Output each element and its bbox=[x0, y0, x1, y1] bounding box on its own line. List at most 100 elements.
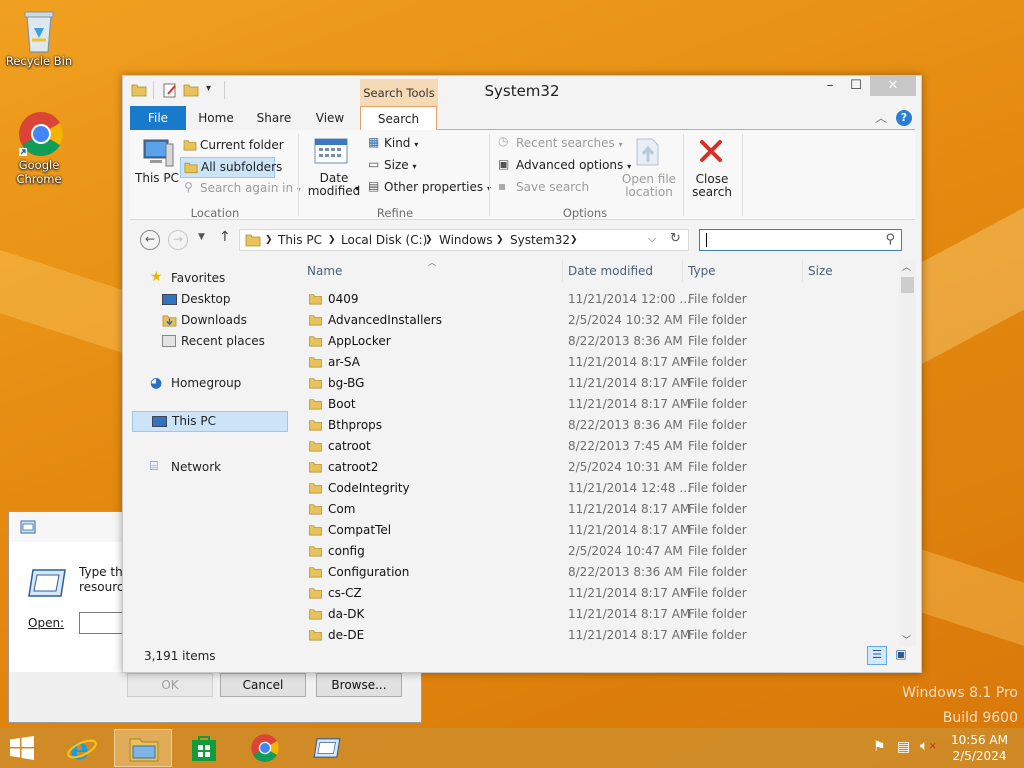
column-header-name[interactable]: Name bbox=[307, 264, 342, 278]
minimize-button[interactable]: – bbox=[817, 76, 843, 96]
taskbar-clock[interactable]: 10:56 AM 2/5/2024 bbox=[951, 732, 1008, 764]
folder-icon bbox=[309, 441, 322, 452]
nav-recent-places[interactable]: Recent places bbox=[162, 334, 265, 348]
maximize-button[interactable]: ☐ bbox=[843, 76, 869, 96]
help-icon[interactable]: ? bbox=[896, 110, 912, 126]
table-row[interactable]: ar-SA 11/21/2014 8:17 AM File folder bbox=[300, 352, 890, 373]
tab-share[interactable]: Share bbox=[246, 106, 302, 130]
breadcrumb-separator[interactable]: ❯ bbox=[328, 235, 336, 245]
all-subfolders-button[interactable]: All subfolders bbox=[180, 157, 282, 178]
nav-this-pc[interactable]: This PC bbox=[132, 411, 288, 432]
advanced-options-button[interactable]: ▣ Advanced options ▾ bbox=[497, 157, 631, 172]
open-file-location-button[interactable]: Open file location bbox=[620, 136, 678, 199]
search-input[interactable]: ⚲ bbox=[699, 229, 902, 251]
search-icon[interactable]: ⚲ bbox=[885, 232, 895, 247]
table-row[interactable]: CodeIntegrity 11/21/2014 12:48 ... File fo… bbox=[300, 478, 890, 499]
address-bar[interactable]: ❯ This PC ❯ Local Disk (C:) ❯ Windows ❯ … bbox=[239, 229, 689, 251]
back-button[interactable]: ← bbox=[140, 230, 160, 250]
network-icon: ⌸ bbox=[150, 459, 158, 474]
nav-downloads[interactable]: Downloads bbox=[162, 313, 247, 327]
table-row[interactable]: de-DE 11/21/2014 8:17 AM File folder bbox=[300, 625, 890, 646]
breadcrumb-system32[interactable]: System32 bbox=[510, 233, 570, 247]
scroll-down-icon[interactable]: ﹀ bbox=[902, 633, 911, 646]
taskbar-store[interactable] bbox=[175, 729, 233, 767]
tab-home[interactable]: Home bbox=[188, 106, 244, 130]
start-button[interactable] bbox=[8, 736, 38, 762]
address-dropdown-icon[interactable]: ⌵ bbox=[648, 232, 656, 246]
scroll-up-icon[interactable]: ︿ bbox=[902, 260, 911, 273]
table-row[interactable]: Boot 11/21/2014 8:17 AM File folder bbox=[300, 394, 890, 415]
breadcrumb-windows[interactable]: Windows bbox=[439, 233, 493, 247]
tab-search[interactable]: Search bbox=[360, 106, 437, 131]
explorer-window: ▾ Search Tools System32 – ☐ ✕ File Home … bbox=[122, 75, 922, 673]
table-row[interactable]: catroot2 2/5/2024 10:31 AM File folder bbox=[300, 457, 890, 478]
kind-icon: ▦ bbox=[368, 135, 380, 149]
table-row[interactable]: Configuration 8/22/2013 8:36 AM File folde… bbox=[300, 562, 890, 583]
taskbar-run[interactable] bbox=[298, 729, 356, 767]
column-header-date-modified[interactable]: Date modified bbox=[568, 264, 653, 278]
table-row[interactable]: Com 11/21/2014 8:17 AM File folder bbox=[300, 499, 890, 520]
taskbar-chrome[interactable] bbox=[236, 729, 294, 767]
table-row[interactable]: bg-BG 11/21/2014 8:17 AM File folder bbox=[300, 373, 890, 394]
table-row[interactable]: da-DK 11/21/2014 8:17 AM File folder bbox=[300, 604, 890, 625]
table-row[interactable]: cs-CZ 11/21/2014 8:17 AM File folder bbox=[300, 583, 890, 604]
table-row[interactable]: 0409 11/21/2014 12:00 ... File folder bbox=[300, 289, 890, 310]
folder-icon bbox=[309, 357, 322, 368]
vertical-scrollbar[interactable]: ︿ ﹀ bbox=[899, 260, 916, 646]
size-button[interactable]: ▭ Size ▾ bbox=[366, 157, 416, 172]
this-pc-button[interactable]: This PC bbox=[133, 132, 181, 198]
nav-favorites[interactable]: ★ Favorites bbox=[150, 269, 225, 285]
large-icons-view-button[interactable]: ▣ bbox=[891, 646, 911, 665]
table-row[interactable]: AdvancedInstallers 2/5/2024 10:32 AM File … bbox=[300, 310, 890, 331]
nav-desktop[interactable]: Desktop bbox=[162, 292, 231, 306]
nav-homegroup[interactable]: ◕ Homegroup bbox=[150, 375, 241, 391]
date-modified-button[interactable]: Date modified ▾ bbox=[304, 136, 360, 198]
save-search-button[interactable]: ▪ Save search bbox=[497, 179, 589, 194]
taskbar-internet-explorer[interactable]: e bbox=[53, 729, 111, 767]
browse-button[interactable]: Browse... bbox=[316, 673, 402, 697]
taskbar-file-explorer[interactable] bbox=[114, 729, 172, 767]
kind-button[interactable]: ▦ Kind ▾ bbox=[366, 135, 418, 150]
cancel-button[interactable]: Cancel bbox=[220, 673, 306, 697]
current-folder-button[interactable]: Current folder bbox=[180, 136, 284, 156]
other-properties-button[interactable]: ▤ Other properties ▾ bbox=[366, 179, 491, 194]
breadcrumb-separator[interactable]: ❯ bbox=[425, 235, 433, 245]
recent-locations-icon[interactable]: ▼ bbox=[198, 232, 205, 242]
table-row[interactable]: Bthprops 8/22/2013 8:36 AM File folder bbox=[300, 415, 890, 436]
file-type: File folder bbox=[688, 439, 747, 453]
refresh-icon[interactable]: ↻ bbox=[670, 231, 681, 246]
desktop-icon-recycle-bin[interactable]: Recycle Bin bbox=[1, 6, 77, 68]
breadcrumb-local-disk[interactable]: Local Disk (C:) bbox=[341, 233, 427, 247]
column-header-type[interactable]: Type bbox=[688, 264, 716, 278]
table-row[interactable]: AppLocker 8/22/2013 8:36 AM File folder bbox=[300, 331, 890, 352]
table-row[interactable]: config 2/5/2024 10:47 AM File folder bbox=[300, 541, 890, 562]
tab-view[interactable]: View bbox=[302, 106, 358, 130]
collapse-ribbon-icon[interactable]: ︿ bbox=[875, 109, 887, 126]
breadcrumb-separator[interactable]: ❯ bbox=[570, 235, 578, 245]
details-view-button[interactable]: ☰ bbox=[867, 646, 887, 665]
table-row[interactable]: catroot 8/22/2013 7:45 AM File folder bbox=[300, 436, 890, 457]
run-icon bbox=[313, 738, 341, 758]
network-tray-icon[interactable]: ▤ bbox=[897, 739, 910, 755]
up-button[interactable]: ↑ bbox=[219, 229, 231, 245]
breadcrumb-this-pc[interactable]: This PC bbox=[278, 233, 322, 247]
breadcrumb-separator[interactable]: ❯ bbox=[496, 235, 504, 245]
explorer-titlebar[interactable]: ▾ Search Tools System32 – ☐ ✕ bbox=[123, 76, 921, 107]
table-row[interactable]: CompatTel 11/21/2014 8:17 AM File folder bbox=[300, 520, 890, 541]
recent-searches-button[interactable]: ◷ Recent searches ▾ bbox=[497, 134, 623, 150]
ok-button[interactable]: OK bbox=[127, 673, 213, 697]
tab-file[interactable]: File bbox=[130, 106, 186, 130]
search-again-in-button[interactable]: ⚲ Search again in ▾ bbox=[180, 180, 301, 195]
file-type: File folder bbox=[688, 607, 747, 621]
breadcrumb-separator[interactable]: ❯ bbox=[265, 235, 273, 245]
forward-button[interactable]: → bbox=[168, 230, 188, 250]
folder-icon bbox=[309, 462, 322, 473]
nav-network[interactable]: ⌸ Network bbox=[150, 459, 221, 474]
close-search-button[interactable]: Close search bbox=[686, 136, 738, 199]
desktop-icon-google-chrome[interactable]: Google Chrome bbox=[1, 110, 77, 186]
close-button[interactable]: ✕ bbox=[870, 76, 916, 96]
volume-muted-icon[interactable]: 🔈︎ ✕ bbox=[920, 738, 937, 754]
column-header-size[interactable]: Size bbox=[808, 264, 833, 278]
action-center-flag-icon[interactable]: ⚑ bbox=[873, 739, 886, 755]
scroll-thumb[interactable] bbox=[901, 277, 914, 293]
